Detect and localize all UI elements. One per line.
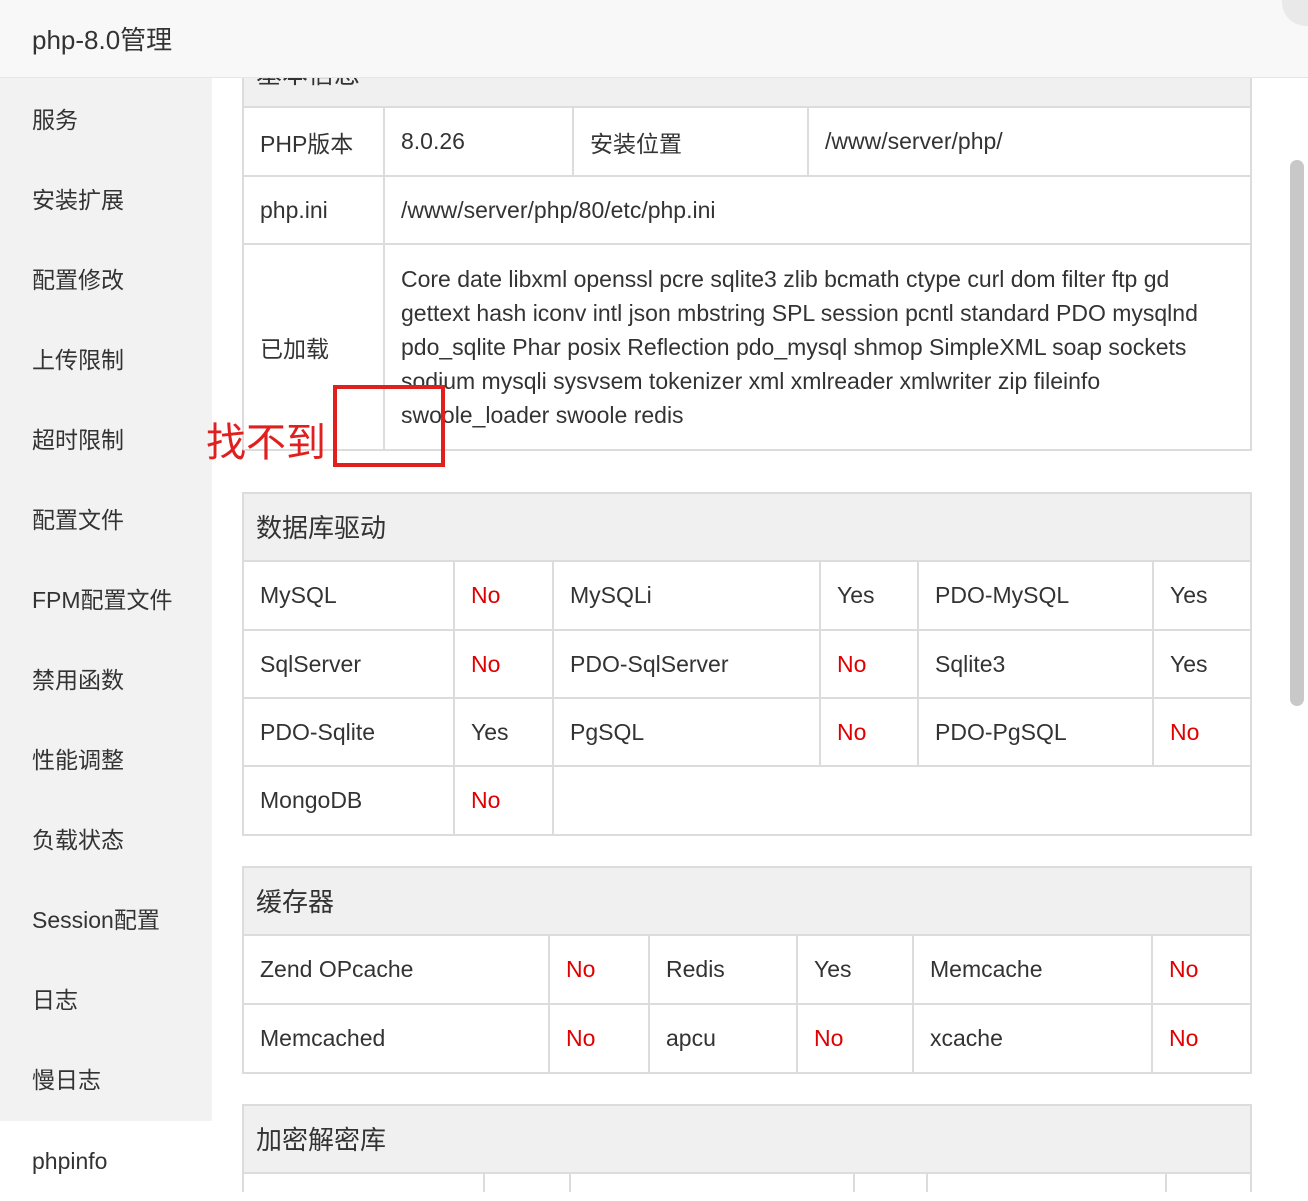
driver-status: No (819, 629, 919, 699)
php-version-label: PHP版本 (244, 108, 385, 177)
cache-status: No (548, 1003, 650, 1072)
db-driver-table: MySQL No MySQLi Yes PDO-MySQL Yes SqlSer… (244, 562, 1252, 834)
basic-info-heading: 基本信息 (244, 78, 1250, 108)
driver-status: Yes (453, 697, 554, 767)
table-row: SqlServer No PDO-SqlServer No Sqlite3 Ye… (244, 629, 1252, 699)
cache-name: xcache (912, 1003, 1153, 1072)
main-content: 基本信息 PHP版本 8.0.26 安装位置 /www/server/php/ … (212, 78, 1282, 1192)
driver-status: Yes (819, 562, 919, 631)
loaded-extensions-value: Core date libxml openssl pcre sqlite3 zl… (383, 243, 1252, 449)
cache-table: Zend OPcache No Redis Yes Memcache No Me… (244, 936, 1252, 1072)
annotation-text: 找不到 (206, 421, 326, 465)
crypto-heading: 加密解密库 (244, 1106, 1250, 1174)
table-row: PDO-Sqlite Yes PgSQL No PDO-PgSQL No (244, 697, 1252, 767)
cache-status: No (1151, 1003, 1252, 1072)
sidebar-item-performance[interactable]: 性能调整 (0, 720, 212, 800)
sidebar-item-slow-log[interactable]: 慢日志 (0, 1040, 212, 1120)
sidebar-item-log[interactable]: 日志 (0, 960, 212, 1040)
driver-status: No (453, 629, 554, 699)
window-title: php-8.0管理 (32, 25, 173, 55)
table-row: Memcached No apcu No xcache No (244, 1003, 1252, 1072)
php-ini-label: php.ini (244, 175, 385, 245)
driver-name: SqlServer (244, 629, 455, 699)
cache-name: Redis (648, 936, 798, 1005)
driver-name: PDO-PgSQL (917, 697, 1154, 767)
table-row: MySQL No MySQLi Yes PDO-MySQL Yes (244, 562, 1252, 631)
sidebar-item-config-edit[interactable]: 配置修改 (0, 240, 212, 320)
crypto-table-stub (244, 1174, 1250, 1192)
driver-name: MySQL (244, 562, 455, 631)
cache-panel: 缓存器 Zend OPcache No Redis Yes Memcache N… (242, 866, 1252, 1074)
sidebar-item-load-status[interactable]: 负载状态 (0, 800, 212, 880)
php-version-value: 8.0.26 (383, 108, 574, 177)
driver-name: Sqlite3 (917, 629, 1154, 699)
cache-status: No (548, 936, 650, 1005)
driver-name: MongoDB (244, 765, 455, 834)
scrollbar-thumb[interactable] (1290, 160, 1304, 706)
window-titlebar: php-8.0管理 (0, 0, 1308, 78)
db-driver-panel: 数据库驱动 MySQL No MySQLi Yes PDO-MySQL Yes … (242, 492, 1252, 836)
driver-status: No (453, 562, 554, 631)
table-row: PHP版本 8.0.26 安装位置 /www/server/php/ (244, 108, 1252, 177)
driver-name: PDO-SqlServer (552, 629, 821, 699)
cache-status: Yes (796, 936, 914, 1005)
sidebar-item-install-extension[interactable]: 安装扩展 (0, 160, 212, 240)
cache-status: No (1151, 936, 1252, 1005)
sidebar-item-service[interactable]: 服务 (0, 80, 212, 160)
cache-name: Memcache (912, 936, 1153, 1005)
annotation-highlight-box (333, 385, 445, 467)
sidebar-item-phpinfo[interactable]: phpinfo (0, 1121, 212, 1201)
sidebar: 服务 安装扩展 配置修改 上传限制 超时限制 配置文件 FPM配置文件 禁用函数… (0, 78, 212, 1201)
sidebar-item-timeout-limit[interactable]: 超时限制 (0, 400, 212, 480)
table-row: Zend OPcache No Redis Yes Memcache No (244, 936, 1252, 1005)
driver-name: PDO-MySQL (917, 562, 1154, 631)
driver-status: No (453, 765, 554, 834)
cache-heading: 缓存器 (244, 868, 1250, 936)
driver-status: No (1152, 697, 1252, 767)
php-ini-value: /www/server/php/80/etc/php.ini (383, 175, 1252, 245)
driver-name: MySQLi (552, 562, 821, 631)
sidebar-item-disabled-functions[interactable]: 禁用函数 (0, 640, 212, 720)
install-path-value: /www/server/php/ (807, 108, 1252, 177)
driver-status: Yes (1152, 562, 1252, 631)
sidebar-item-config-file[interactable]: 配置文件 (0, 480, 212, 560)
driver-status: Yes (1152, 629, 1252, 699)
table-row: MongoDB No (244, 765, 1252, 834)
cache-status: No (796, 1003, 914, 1072)
sidebar-item-session-config[interactable]: Session配置 (0, 880, 212, 960)
crypto-panel: 加密解密库 (242, 1104, 1252, 1192)
cache-name: Memcached (244, 1003, 550, 1072)
empty-cell (552, 765, 1252, 834)
install-path-label: 安装位置 (572, 108, 809, 177)
close-button[interactable] (1282, 0, 1308, 26)
sidebar-item-fpm-config[interactable]: FPM配置文件 (0, 560, 212, 640)
driver-name: PDO-Sqlite (244, 697, 455, 767)
driver-status: No (819, 697, 919, 767)
db-driver-heading: 数据库驱动 (244, 494, 1250, 562)
table-row: php.ini /www/server/php/80/etc/php.ini (244, 175, 1252, 245)
driver-name: PgSQL (552, 697, 821, 767)
cache-name: apcu (648, 1003, 798, 1072)
cache-name: Zend OPcache (244, 936, 550, 1005)
sidebar-item-upload-limit[interactable]: 上传限制 (0, 320, 212, 400)
